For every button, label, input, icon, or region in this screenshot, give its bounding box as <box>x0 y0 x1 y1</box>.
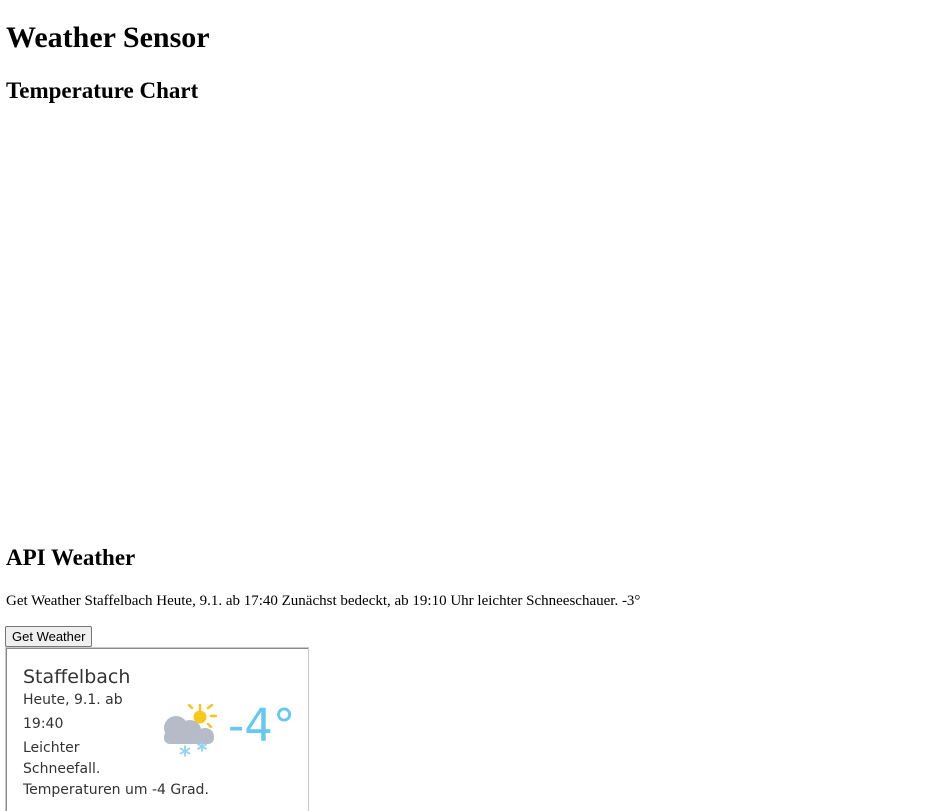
widget-desc-line3: Temperaturen um -4 Grad. <box>23 782 209 798</box>
weather-widget[interactable]: Staffelbach Heute, 9.1. ab 19:40 Leichte… <box>5 647 309 811</box>
api-weather-heading: API Weather <box>6 545 136 570</box>
chart-heading: Temperature Chart <box>6 78 199 103</box>
page-title: Weather Sensor <box>6 21 210 54</box>
temperature-chart-area <box>6 112 916 532</box>
widget-city: Staffelbach <box>23 666 131 688</box>
widget-desc-line1: Leichter <box>23 740 80 756</box>
widget-desc-line2: Schneefall. <box>23 761 101 777</box>
widget-temperature: -4° <box>228 699 296 752</box>
widget-date: Heute, 9.1. ab <box>23 692 123 708</box>
widget-time: 19:40 <box>23 716 64 732</box>
get-weather-button[interactable]: Get Weather <box>5 626 93 647</box>
cloud-snow-sun-icon <box>156 703 218 763</box>
api-weather-text: Get Weather Staffelbach Heute, 9.1. ab 1… <box>6 593 641 609</box>
